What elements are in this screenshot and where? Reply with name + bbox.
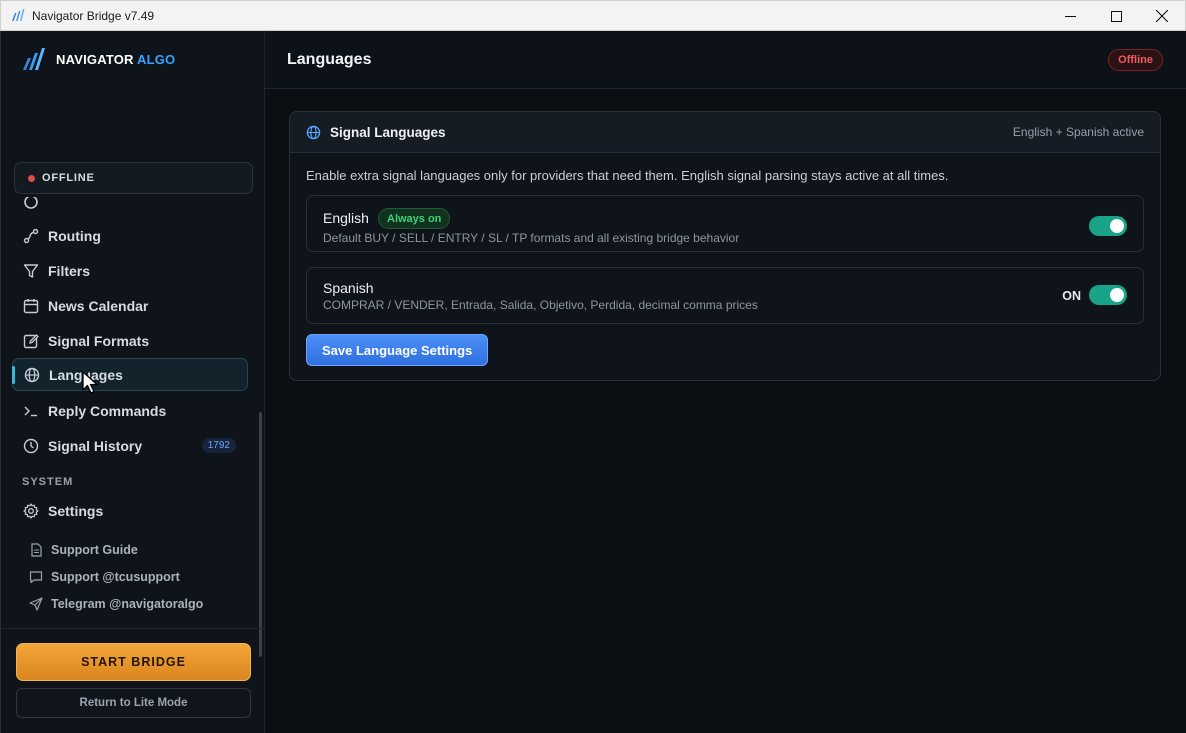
telegram-label: Telegram @navigatoralgo [51, 596, 204, 611]
page-title: Languages [287, 51, 372, 68]
page-header: Languages Offline [265, 31, 1186, 89]
english-toggle[interactable] [1089, 216, 1127, 236]
sidebar: NAVIGATOR ALGO OFFLINE Routing Filters N… [0, 31, 265, 733]
spanish-toggle[interactable] [1089, 285, 1127, 305]
language-row-spanish: Spanish COMPRAR / VENDER, Entrada, Salid… [306, 267, 1144, 324]
sidebar-scrollbar[interactable] [259, 412, 262, 657]
sidebar-item-label: Filters [48, 262, 91, 279]
language-name: Spanish [323, 280, 374, 296]
brand-accent: ALGO [136, 51, 176, 67]
telegram-link[interactable]: Telegram @navigatoralgo [28, 596, 203, 611]
close-icon [1156, 10, 1168, 22]
document-icon [28, 542, 43, 557]
sidebar-item-label: Reply Commands [48, 402, 167, 419]
history-count-badge: 1792 [201, 438, 236, 453]
save-language-settings-button[interactable]: Save Language Settings [306, 334, 489, 366]
sidebar-nav: Routing Filters News Calendar Signal For… [1, 197, 259, 627]
support-guide-link[interactable]: Support Guide [28, 542, 138, 557]
minimize-icon [1064, 15, 1076, 17]
toggle-state-label: ON [1062, 289, 1081, 303]
maximize-button[interactable] [1093, 1, 1139, 31]
filter-icon [22, 262, 39, 279]
send-icon [28, 596, 43, 611]
sidebar-divider [1, 628, 265, 629]
chat-icon [28, 569, 43, 584]
sidebar-item-signal-formats[interactable]: Signal Formats [12, 324, 248, 357]
edit-icon [22, 332, 39, 349]
always-on-badge: Always on [378, 208, 451, 229]
sidebar-item-clipped[interactable] [12, 197, 248, 218]
maximize-icon [1110, 10, 1122, 22]
brand-name: NAVIGATOR [56, 51, 134, 67]
brand-mark-icon [23, 48, 45, 70]
sidebar-item-signal-history[interactable]: Signal History 1792 [12, 429, 248, 462]
card-title: Signal Languages [330, 124, 446, 140]
toggle-knob [1110, 288, 1124, 302]
active-languages-summary: English + Spanish active [1012, 125, 1144, 139]
sidebar-item-label: Routing [48, 227, 101, 244]
main-panel: Languages Offline Signal Languages Engli… [265, 31, 1186, 733]
gear-icon [22, 502, 39, 519]
signal-languages-card: Signal Languages English + Spanish activ… [289, 111, 1161, 381]
toggle-knob [1110, 219, 1124, 233]
globe-icon [23, 366, 40, 383]
mouse-cursor-icon [82, 371, 98, 394]
terminal-icon [22, 402, 39, 419]
dots-icon [22, 197, 39, 210]
clock-icon [22, 437, 39, 454]
language-description: COMPRAR / VENDER, Entrada, Salida, Objet… [323, 298, 758, 312]
brand-logo: NAVIGATOR ALGO [22, 47, 175, 71]
sidebar-item-label: News Calendar [48, 297, 149, 314]
card-description: Enable extra signal languages only for p… [306, 168, 949, 183]
app-logo-icon [12, 8, 25, 21]
card-header: Signal Languages English + Spanish activ… [290, 112, 1160, 153]
sidebar-item-label: Signal History [48, 437, 143, 454]
sidebar-item-news-calendar[interactable]: News Calendar [12, 289, 248, 322]
sidebar-item-routing[interactable]: Routing [12, 219, 248, 252]
section-label-system: SYSTEM [22, 476, 74, 488]
sidebar-item-filters[interactable]: Filters [12, 254, 248, 287]
language-description: Default BUY / SELL / ENTRY / SL / TP for… [323, 231, 740, 245]
sidebar-item-label: Signal Formats [48, 332, 150, 349]
route-icon [22, 227, 39, 244]
status-label: OFFLINE [42, 172, 95, 184]
start-bridge-button[interactable]: START BRIDGE [16, 643, 251, 681]
calendar-icon [22, 297, 39, 314]
sidebar-item-reply-commands[interactable]: Reply Commands [12, 394, 248, 427]
minimize-button[interactable] [1047, 1, 1093, 31]
sidebar-item-label: Settings [48, 502, 104, 519]
status-badge: Offline [1108, 49, 1163, 71]
window-title: Navigator Bridge v7.49 [32, 8, 155, 23]
sidebar-item-languages[interactable]: Languages [12, 358, 248, 391]
language-name: English [323, 210, 369, 226]
support-contact-label: Support @tcusupport [51, 569, 180, 584]
globe-icon [306, 125, 321, 139]
status-dot [28, 174, 35, 182]
language-row-english: English Always on Default BUY / SELL / E… [306, 195, 1144, 252]
lite-mode-button[interactable]: Return to Lite Mode [16, 688, 251, 718]
sidebar-item-settings[interactable]: Settings [12, 494, 248, 527]
connection-status: OFFLINE [14, 162, 253, 194]
support-contact-link[interactable]: Support @tcusupport [28, 569, 180, 584]
title-bar: Navigator Bridge v7.49 [0, 0, 1186, 31]
close-button[interactable] [1139, 1, 1185, 31]
support-guide-label: Support Guide [51, 542, 138, 557]
